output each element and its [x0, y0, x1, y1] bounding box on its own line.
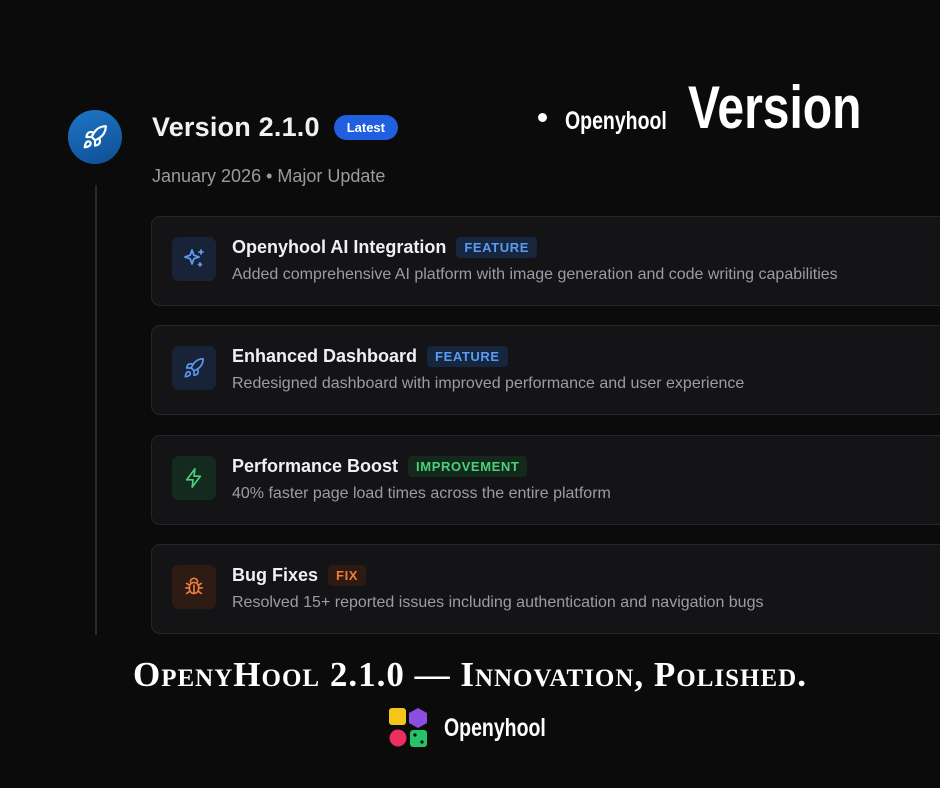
card-title: Enhanced Dashboard — [232, 346, 418, 366]
brand-heading-big: Version — [687, 74, 861, 141]
latest-badge: Latest — [333, 115, 398, 140]
update-card-enhanced-dashboard[interactable]: Enhanced Dashboard FEATURE Redesigned da… — [151, 325, 940, 415]
card-title: Openyhool AI Integration — [232, 237, 447, 257]
footer-brand-name: Openyhool — [444, 713, 546, 742]
timeline-line — [95, 185, 97, 635]
improvement-tag: IMPROVEMENT — [408, 456, 528, 477]
footer-brand: Openyhool — [388, 707, 575, 749]
rocket-icon — [184, 358, 204, 378]
card-icon-container — [172, 346, 216, 390]
feature-tag: FEATURE — [427, 346, 508, 367]
card-description: Redesigned dashboard with improved perfo… — [232, 375, 745, 392]
bullet-icon — [538, 113, 547, 122]
brand-heading: Openyhool Version — [538, 78, 904, 138]
card-title: Performance Boost — [232, 456, 399, 476]
rocket-icon — [83, 125, 107, 149]
update-card-ai-integration[interactable]: Openyhool AI Integration FEATURE Added c… — [151, 216, 940, 306]
feature-tag: FEATURE — [456, 237, 537, 258]
version-rocket-avatar — [68, 110, 122, 164]
card-description: 40% faster page load times across the en… — [232, 485, 611, 502]
version-title: Version 2.1.0 — [152, 112, 320, 142]
version-subtitle: January 2026 • Major Update — [152, 166, 386, 186]
card-icon-container — [172, 456, 216, 500]
card-title-row: Bug Fixes FIX — [232, 565, 367, 586]
card-title-row: Performance Boost IMPROVEMENT — [232, 456, 528, 477]
fix-tag: FIX — [328, 565, 367, 586]
card-title-row: Enhanced Dashboard FEATURE — [232, 346, 508, 367]
version-header: Version 2.1.0 Latest — [152, 112, 398, 143]
bug-icon — [184, 577, 204, 595]
card-icon-container — [172, 237, 216, 281]
tagline: OpenyHool 2.1.0 — Innovation, Polished. — [133, 655, 807, 694]
card-icon-container — [172, 565, 216, 609]
brand-heading-small: Openyhool — [565, 107, 667, 135]
card-description: Added comprehensive AI platform with ima… — [232, 266, 838, 283]
update-card-bug-fixes[interactable]: Bug Fixes FIX Resolved 15+ reported issu… — [151, 544, 940, 634]
card-title: Bug Fixes — [232, 565, 319, 585]
update-card-performance-boost[interactable]: Performance Boost IMPROVEMENT 40% faster… — [151, 435, 940, 525]
card-title-row: Openyhool AI Integration FEATURE — [232, 237, 537, 258]
sparkles-icon — [184, 249, 204, 267]
card-description: Resolved 15+ reported issues including a… — [232, 594, 764, 611]
lightning-icon — [185, 468, 202, 488]
openyhool-logo-icon — [389, 708, 427, 747]
